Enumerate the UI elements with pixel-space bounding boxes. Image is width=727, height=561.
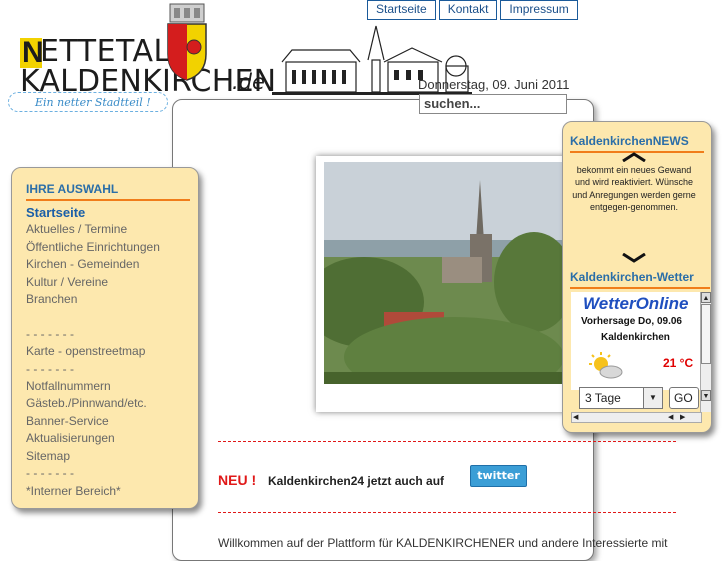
- sidebar-item-startseite[interactable]: Startseite: [26, 204, 160, 221]
- sidebar-item-kirchen[interactable]: Kirchen - Gemeinden: [26, 256, 160, 273]
- news-headline: Kaldenkirchen24 jetzt auch auf: [268, 474, 445, 488]
- scroll-up-icon[interactable]: [621, 152, 647, 162]
- sidebar-item-gaestebuch[interactable]: Gästeb./Pinnwand/etc.: [26, 395, 160, 412]
- forecast-days-value: 3 Tage: [585, 391, 621, 405]
- scrollbar-thumb[interactable]: [701, 304, 711, 364]
- news-text: bekommt ein neues Gewand und wird reakti…: [572, 165, 696, 213]
- town-photo: [324, 162, 564, 384]
- nav-impressum[interactable]: Impressum: [500, 0, 578, 20]
- sidebar-separator: - - - - - - -: [26, 466, 74, 481]
- sidebar-divider: [26, 199, 190, 201]
- current-date: Donnerstag, 09. Juni 2011: [418, 77, 570, 92]
- welcome-text: Willkommen auf der Plattform für KALDENK…: [218, 536, 668, 550]
- scroll-left-arrow-icon[interactable]: ◀: [573, 413, 578, 422]
- weather-title: Kaldenkirchen-Wetter: [570, 270, 694, 284]
- sidebar-item-intern[interactable]: *Interner Bereich*: [26, 483, 160, 500]
- go-button[interactable]: GO: [669, 387, 699, 409]
- logo-slogan: Ein netter Stadtteil !: [8, 92, 168, 112]
- sun-cloud-icon: [589, 352, 623, 379]
- sidebar-item-kultur[interactable]: Kultur / Vereine: [26, 274, 160, 291]
- sidebar-item-branchen[interactable]: Branchen: [26, 291, 160, 308]
- sidebar-list: Startseite Aktuelles / Termine Öffentlic…: [26, 204, 160, 500]
- weather-forecast: Vorhersage Do, 09.06: [581, 316, 682, 327]
- scrollbar-up-arrow-icon[interactable]: ▲: [701, 292, 711, 303]
- logo-domain: .de: [232, 70, 265, 94]
- scroll-left-arrow-icon[interactable]: ◀: [668, 413, 673, 422]
- search-input[interactable]: suchen...: [419, 94, 567, 114]
- widget-horizontal-scrollbar[interactable]: ◀ ◀ ▶: [571, 412, 702, 423]
- sidebar-separator: - - - - - - -: [26, 361, 74, 376]
- sidebar-item-einrichtungen[interactable]: Öffentliche Einrichtungen: [26, 239, 160, 256]
- twitter-button[interactable]: twitter: [470, 465, 527, 487]
- weather-temperature: 21 °C: [663, 356, 694, 370]
- weather-place: Kaldenkirchen: [601, 332, 670, 343]
- weather-widget: WetterOnline Vorhersage Do, 09.06 Kalden…: [571, 292, 701, 390]
- news-panel: KaldenkirchenNEWS bekommt ein neues Gewa…: [562, 121, 712, 433]
- sidebar-title: IHRE AUSWAHL: [26, 182, 119, 196]
- sidebar-menu: IHRE AUSWAHL Startseite Aktuelles / Term…: [11, 167, 199, 509]
- weatheronline-logo[interactable]: WetterOnline: [583, 294, 688, 314]
- nav-startseite[interactable]: Startseite: [367, 0, 436, 20]
- scroll-right-arrow-icon[interactable]: ▶: [680, 413, 685, 422]
- sidebar-item-sitemap[interactable]: Sitemap: [26, 448, 160, 465]
- sidebar-spacer: [26, 308, 160, 325]
- sidebar-item-aktualisierungen[interactable]: Aktualisierungen: [26, 430, 160, 447]
- chevron-down-icon[interactable]: ▼: [643, 388, 662, 408]
- divider-line: [218, 441, 676, 442]
- sidebar-separator: - - - - - - -: [26, 326, 74, 341]
- coat-of-arms-icon: [167, 3, 207, 81]
- nav-kontakt[interactable]: Kontakt: [438, 0, 498, 20]
- weather-divider: [570, 287, 710, 289]
- scrollbar-down-arrow-icon[interactable]: ▼: [701, 390, 711, 401]
- sidebar-item-notfall[interactable]: Notfallnummern: [26, 378, 160, 395]
- news-badge: NEU !: [218, 472, 257, 488]
- sidebar-item-banner[interactable]: Banner-Service: [26, 413, 160, 430]
- top-navigation: Startseite Kontakt Impressum: [367, 0, 578, 20]
- forecast-days-select[interactable]: 3 Tage ▼: [579, 387, 663, 409]
- sidebar-item-karte[interactable]: Karte - openstreetmap: [26, 343, 160, 360]
- divider-line: [218, 512, 676, 513]
- sidebar-item-aktuelles[interactable]: Aktuelles / Termine: [26, 221, 160, 238]
- widget-vertical-scrollbar[interactable]: ▲ ▼: [700, 292, 711, 412]
- scroll-down-icon[interactable]: [621, 253, 647, 263]
- news-title: KaldenkirchenNEWS: [570, 134, 689, 148]
